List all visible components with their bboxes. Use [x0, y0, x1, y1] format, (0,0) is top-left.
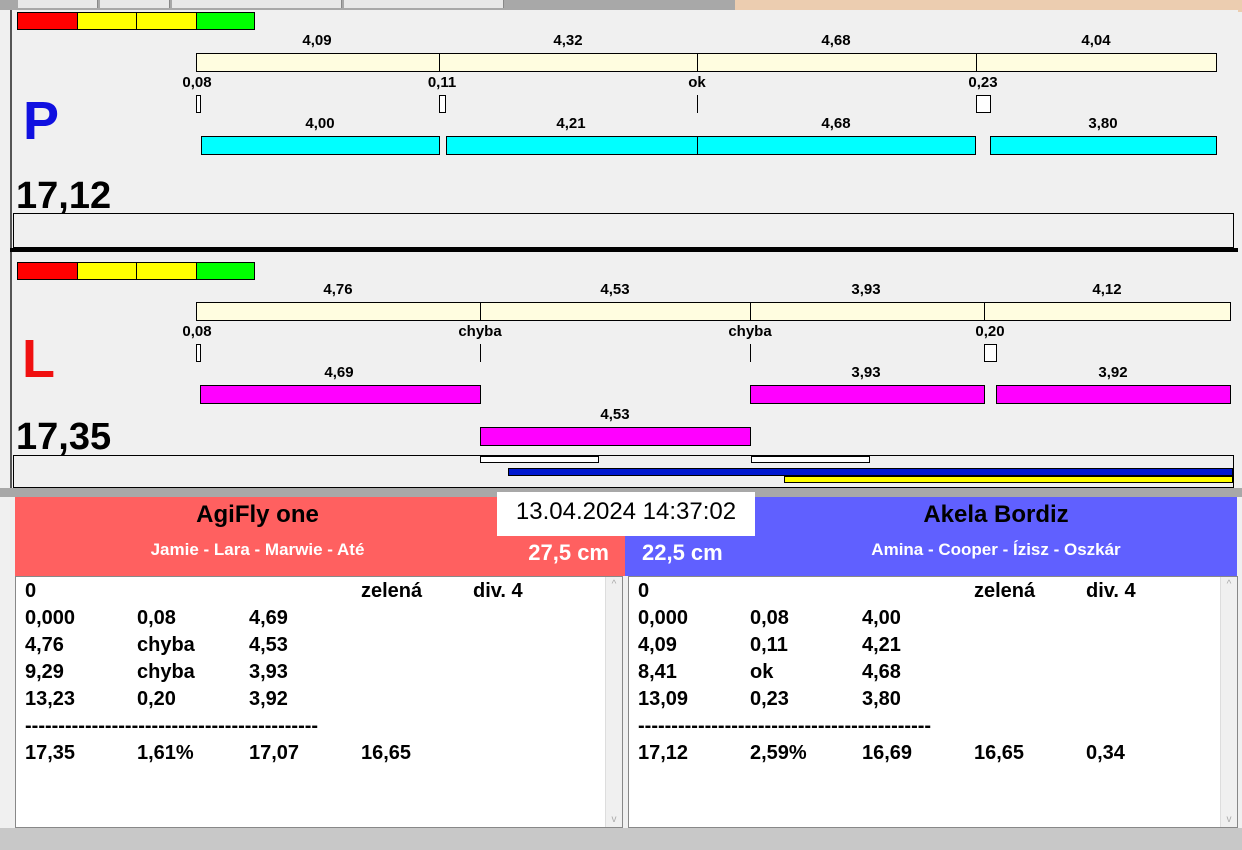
cyan-bar: [201, 136, 440, 155]
magenta-bar: [200, 385, 481, 404]
result-cell: 0,23: [750, 688, 789, 710]
contact-label: 0,11: [427, 74, 457, 91]
result-cell: 16,65: [974, 742, 1025, 764]
scrollbar[interactable]: ^ v: [605, 577, 622, 827]
result-cell: 4,76: [25, 634, 64, 656]
team-members: Amina - Cooper - Ízisz - Oszkár: [871, 540, 1121, 559]
cyan-bar: [990, 136, 1217, 155]
jump-height: 27,5 cm: [528, 540, 609, 565]
progress-yellow: [784, 476, 1233, 483]
magenta-bar: [480, 427, 751, 446]
result-cell: 2,59%: [750, 742, 807, 764]
result-cell: chyba: [137, 634, 195, 656]
result-cell: 9,29: [25, 661, 64, 683]
result-cell: ----------------------------------------…: [638, 715, 932, 737]
bar-label: 4,53: [600, 406, 630, 423]
l-total: 17,35: [16, 416, 112, 458]
segment-bar: [196, 302, 1231, 321]
segment-label: 4,53: [600, 281, 630, 298]
result-cell: 4,00: [862, 607, 901, 629]
segment-label: 3,93: [851, 281, 881, 298]
result-cell: ok: [750, 661, 774, 683]
segment-label: 4,76: [323, 281, 353, 298]
jump-height: 22,5 cm: [642, 540, 723, 565]
segment-label: 4,04: [1081, 32, 1111, 49]
contact-label: chyba: [458, 323, 502, 340]
contact-label: 0,20: [975, 323, 1005, 340]
p-letter: P: [23, 91, 60, 151]
magenta-bar: [750, 385, 985, 404]
result-cell: 13,09: [638, 688, 689, 710]
result-cell: 3,92: [249, 688, 288, 710]
segment-label: 4,09: [302, 32, 332, 49]
bar-label: 3,80: [1088, 115, 1118, 132]
bar-label: 3,93: [851, 364, 881, 381]
result-cell: chyba: [137, 661, 195, 683]
contact-label: chyba: [728, 323, 772, 340]
segment-bar: [196, 53, 1217, 72]
segment-label: 4,12: [1092, 281, 1122, 298]
datetime: 13.04.2024 14:37:02: [497, 492, 755, 536]
result-cell: 13,23: [25, 688, 76, 710]
segment-label: 4,68: [821, 32, 851, 49]
bar-label: 4,69: [324, 364, 354, 381]
result-cell: 0,000: [25, 607, 76, 629]
result-cell: div. 4: [1086, 580, 1136, 602]
cyan-bar: [446, 136, 698, 155]
contact-label: 0,08: [182, 323, 212, 340]
result-cell: 0,000: [638, 607, 689, 629]
result-cell: 0,34: [1086, 742, 1125, 764]
result-cell: 3,80: [862, 688, 901, 710]
right-results[interactable]: ^ v 0 zelená div. 4 0,000 0,08 4,00 4,09 0,11 4,2…: [628, 576, 1238, 828]
cyan-bar: [697, 136, 976, 155]
bar-label: 3,92: [1098, 364, 1128, 381]
result-cell: zelená: [361, 580, 423, 602]
result-cell: div. 4: [473, 580, 523, 602]
result-cell: 4,53: [249, 634, 288, 656]
result-cell: 4,21: [862, 634, 901, 656]
contact-label: 0,23: [968, 74, 998, 91]
bar-label: 4,00: [305, 115, 335, 132]
tab[interactable]: [100, 0, 170, 8]
result-cell: 16,65: [361, 742, 412, 764]
result-cell: zelená: [974, 580, 1036, 602]
result-cell: 3,93: [249, 661, 288, 683]
team-name: AgiFly one: [196, 501, 319, 528]
progress-blue: [508, 468, 1233, 476]
result-cell: 0: [25, 580, 37, 602]
result-cell: 4,68: [862, 661, 901, 683]
result-cell: ----------------------------------------…: [25, 715, 319, 737]
contact-label: ok: [688, 74, 706, 91]
result-cell: 4,09: [638, 634, 677, 656]
magenta-bar: [996, 385, 1231, 404]
scrollbar[interactable]: ^ v: [1220, 577, 1237, 827]
tab[interactable]: [18, 0, 98, 8]
left-results[interactable]: ^ v 0 zelená div. 4 0,000 0,08 4,69 4,76 chyba 4,…: [15, 576, 623, 828]
traffic-light: [17, 12, 255, 30]
result-cell: 0,08: [750, 607, 789, 629]
result-cell: 17,07: [249, 742, 300, 764]
l-letter: L: [22, 329, 55, 389]
result-cell: 16,69: [862, 742, 913, 764]
contact-label: 0,08: [182, 74, 212, 91]
team-name: Akela Bordiz: [923, 501, 1069, 528]
tab[interactable]: [172, 0, 342, 8]
result-cell: 4,69: [249, 607, 288, 629]
bar-label: 4,68: [821, 115, 851, 132]
result-cell: 0: [638, 580, 650, 602]
team-members: Jamie - Lara - Marwie - Até: [150, 540, 365, 559]
traffic-light: [17, 262, 255, 280]
bar-label: 4,21: [556, 115, 586, 132]
result-cell: 0,08: [137, 607, 176, 629]
result-cell: 0,20: [137, 688, 176, 710]
result-cell: 0,11: [750, 634, 788, 656]
segment-label: 4,32: [553, 32, 583, 49]
p-total: 17,12: [16, 175, 112, 217]
result-cell: 1,61%: [137, 742, 194, 764]
tab[interactable]: [344, 0, 504, 8]
result-cell: 17,35: [25, 742, 76, 764]
result-cell: 8,41: [638, 661, 677, 683]
result-cell: 17,12: [638, 742, 689, 764]
